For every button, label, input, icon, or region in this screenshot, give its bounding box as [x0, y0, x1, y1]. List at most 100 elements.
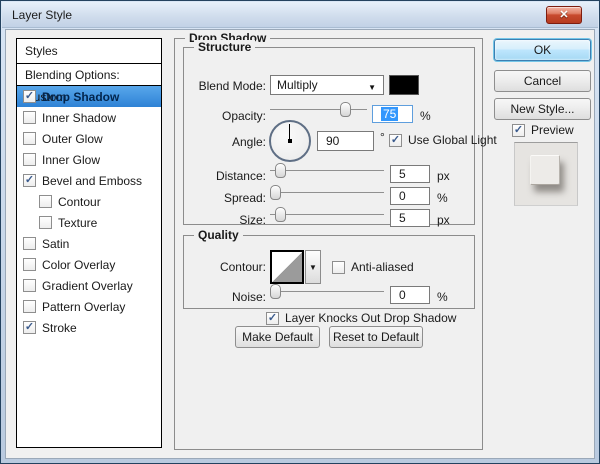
sidebar-item-contour[interactable]: Contour	[17, 191, 161, 212]
shadow-color-swatch[interactable]	[389, 75, 419, 95]
sidebar-item-texture[interactable]: Texture	[17, 212, 161, 233]
sidebar-item-gradient-overlay[interactable]: Gradient Overlay	[17, 275, 161, 296]
opacity-unit: %	[420, 109, 431, 123]
ok-button[interactable]: OK	[494, 39, 591, 61]
reset-to-default-button[interactable]: Reset to Default	[329, 326, 423, 348]
checkbox[interactable]	[39, 195, 52, 208]
sidebar-item-label: Color Overlay	[42, 257, 116, 272]
checkbox[interactable]: ✓	[23, 174, 36, 187]
slider-thumb[interactable]	[270, 284, 281, 299]
size-slider[interactable]	[270, 207, 384, 222]
spread-value: 0	[399, 189, 406, 203]
blend-mode-dropdown[interactable]: Multiply ▼	[270, 75, 384, 95]
distance-value: 5	[399, 167, 406, 181]
checkbox[interactable]	[23, 279, 36, 292]
checkbox[interactable]	[23, 300, 36, 313]
sidebar-item-label: Contour	[58, 194, 101, 209]
make-default-button[interactable]: Make Default	[235, 326, 320, 348]
noise-slider[interactable]	[270, 284, 384, 299]
sidebar-item-satin[interactable]: Satin	[17, 233, 161, 254]
close-button[interactable]: ✕	[546, 6, 582, 24]
sidebar-item-outer-glow[interactable]: Outer Glow	[17, 128, 161, 149]
use-global-light-label: Use Global Light	[408, 133, 497, 147]
spread-unit: %	[437, 191, 448, 205]
checkbox[interactable]: ✓	[23, 90, 36, 103]
dialog-content: Styles Blending Options: Custom ✓ Drop S…	[5, 29, 595, 459]
layer-knocks-out-checkbox[interactable]: ✓ Layer Knocks Out Drop Shadow	[266, 311, 456, 325]
slider-track	[270, 192, 384, 193]
spread-slider[interactable]	[270, 185, 384, 200]
slider-thumb[interactable]	[339, 102, 351, 117]
layer-knocks-out-label: Layer Knocks Out Drop Shadow	[285, 311, 457, 325]
noise-value: 0	[399, 288, 406, 302]
sidebar-item-inner-shadow[interactable]: Inner Shadow	[17, 107, 161, 128]
checkbox[interactable]	[332, 260, 345, 274]
sidebar-item-label: Drop Shadow	[42, 89, 120, 104]
styles-sidebar: Styles Blending Options: Custom ✓ Drop S…	[16, 38, 162, 448]
checkbox[interactable]: ✓	[23, 321, 36, 334]
preview-checkbox[interactable]: ✓ Preview	[512, 123, 574, 137]
sidebar-item-label: Satin	[42, 236, 70, 251]
chevron-down-icon[interactable]: ▼	[305, 250, 321, 284]
sidebar-item-pattern-overlay[interactable]: Pattern Overlay	[17, 296, 161, 317]
checkbox[interactable]	[23, 153, 36, 166]
blend-mode-value: Multiply	[277, 78, 318, 92]
use-global-light-checkbox[interactable]: ✓ Use Global Light	[389, 133, 497, 147]
sidebar-item-label: Texture	[58, 215, 98, 230]
structure-group-title: Structure	[194, 40, 256, 54]
sidebar-item-blending-options[interactable]: Blending Options: Custom	[17, 64, 161, 104]
style-preview-thumbnail	[514, 142, 578, 206]
noise-unit: %	[437, 290, 448, 304]
distance-input[interactable]: 5	[390, 165, 430, 183]
quality-group: Quality Contour: ▼ Anti-aliased Noise: 0	[183, 228, 475, 309]
sidebar-item-label: Outer Glow	[42, 131, 103, 146]
checkbox[interactable]	[23, 132, 36, 145]
checkbox[interactable]	[23, 258, 36, 271]
angle-center-dot	[288, 139, 292, 143]
sidebar-item-label: Inner Shadow	[42, 110, 117, 125]
sidebar-item-bevel-and-emboss[interactable]: ✓ Bevel and Emboss	[17, 170, 161, 191]
size-label: Size:	[239, 213, 266, 227]
new-style-button[interactable]: New Style...	[494, 98, 591, 120]
anti-aliased-label: Anti-aliased	[351, 260, 414, 274]
checkbox[interactable]	[23, 111, 36, 124]
size-input[interactable]: 5	[390, 209, 430, 227]
anti-aliased-checkbox[interactable]: Anti-aliased	[332, 260, 414, 274]
slider-track	[270, 109, 367, 110]
size-unit: px	[437, 213, 450, 227]
distance-slider[interactable]	[270, 163, 384, 178]
opacity-input[interactable]: 75	[372, 105, 413, 123]
sidebar-item-label: Bevel and Emboss	[42, 173, 143, 188]
sidebar-item-stroke[interactable]: ✓ Stroke	[17, 317, 161, 338]
cancel-button[interactable]: Cancel	[494, 70, 591, 92]
slider-thumb[interactable]	[274, 207, 286, 222]
sidebar-item-label: Gradient Overlay	[42, 278, 133, 293]
checkbox[interactable]: ✓	[512, 123, 525, 137]
opacity-slider[interactable]	[270, 102, 367, 117]
slider-thumb[interactable]	[270, 185, 281, 200]
checkbox[interactable]: ✓	[266, 311, 279, 325]
angle-input[interactable]: 90	[317, 131, 374, 151]
slider-thumb[interactable]	[274, 163, 286, 178]
sidebar-item-inner-glow[interactable]: Inner Glow	[17, 149, 161, 170]
checkbox[interactable]	[23, 237, 36, 250]
checkbox[interactable]	[39, 216, 52, 229]
angle-value: 90	[326, 134, 340, 148]
angle-label: Angle:	[231, 135, 266, 149]
slider-track	[270, 170, 384, 171]
angle-dial[interactable]	[269, 120, 311, 162]
layer-style-dialog: Layer Style ✕ Styles Blending Options: C…	[0, 0, 600, 464]
title-bar[interactable]: Layer Style ✕	[2, 2, 598, 28]
checkbox[interactable]: ✓	[389, 133, 402, 147]
contour-picker[interactable]: ▼	[270, 250, 321, 284]
spread-input[interactable]: 0	[390, 187, 430, 205]
noise-input[interactable]: 0	[390, 286, 430, 304]
noise-label: Noise:	[231, 290, 266, 304]
slider-track	[270, 214, 384, 215]
drop-shadow-panel: Drop Shadow Structure Blend Mode: Multip…	[174, 31, 497, 450]
slider-track	[270, 291, 384, 292]
contour-thumbnail[interactable]	[270, 250, 304, 284]
sidebar-item-color-overlay[interactable]: Color Overlay	[17, 254, 161, 275]
blend-mode-label: Blend Mode:	[198, 79, 266, 93]
size-value: 5	[399, 211, 406, 225]
